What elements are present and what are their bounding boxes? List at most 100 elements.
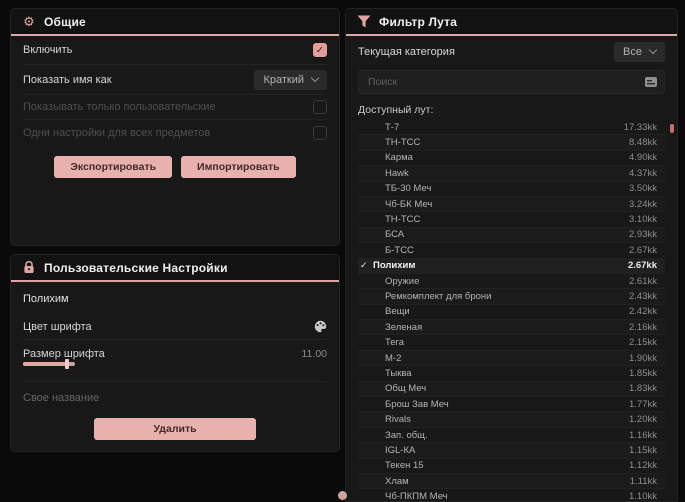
enable-row: Включить ✓ [23,36,327,65]
loot-item-row[interactable]: ✓Ремкомплект для брони2.43kk [358,289,665,305]
font-size-slider[interactable] [23,359,327,373]
loot-item-value: 1.77kk [629,398,657,410]
loot-item-row[interactable]: ✓ТБ-30 Меч3.50kk [358,182,665,197]
search-input[interactable] [368,76,644,88]
loot-item-value: 2.43kk [629,290,657,302]
general-panel-title: Общие [44,14,86,29]
loot-item-row[interactable]: ✓Зеленая2.16kk [358,320,665,336]
loot-item-row[interactable]: ✓ТН-ТСС8.48kk [358,135,665,151]
show-name-dropdown-value: Краткий [263,73,304,86]
loot-item-value: 3.10kk [629,214,657,226]
selected-check-icon: ✓ [360,260,368,271]
loot-filter-header: Фильтр Лута [346,9,677,36]
custom-name-input[interactable] [23,384,327,412]
slider-handle[interactable] [65,359,69,369]
loot-item-value: 1.83kk [629,383,657,395]
same-for-all-row: Одни настройки для всех предметов ✓ [23,120,327,145]
loot-item-value: 1.85kk [629,367,657,379]
loot-item-row[interactable]: ✓Текен 151.12kk [358,459,665,474]
loot-item-name: М-2 [385,352,402,364]
loot-item-name: ТН-ТСС [385,214,421,226]
loot-item-name: Текен 15 [385,460,424,472]
loot-list: ✓Т-717.33kk ✓ ТН-ТСС 8.48kk ✓Карма4.90kk✓Haw… [358,120,674,502]
category-dropdown-value: Все [623,45,642,58]
custom-settings-panel: Пользовательские Настройки Полихим Цвет … [10,254,340,452]
loot-item-name: Чб-ПКПМ Меч [385,491,448,502]
loot-item-value: 4.37kk [629,167,657,179]
loot-item-name: Ремкомплект для брони [385,290,492,302]
loot-item-value: 8.48kk [629,137,657,149]
loot-item-value: 1.16kk [629,429,657,441]
loot-item-name: Тега [385,337,405,349]
loot-item-row[interactable]: ✓IGL-КА1.15kk [358,443,665,459]
custom-settings-title: Пользовательские Настройки [44,260,228,275]
font-size-label: Размер шрифта [23,348,105,360]
chevron-down-icon [310,73,320,83]
show-name-dropdown[interactable]: Краткий [254,69,327,90]
loot-item-value: 3.50kk [629,183,657,195]
font-color-row: Цвет шрифта [23,314,327,340]
loot-filter-panel: Фильтр Лута Текущая категория Все Доступ… [345,8,678,502]
loot-item-row[interactable]: ✓Зап. общ.1.16kk [358,428,665,444]
show-name-label: Показать имя как [23,73,112,86]
loot-item-name: Тыква [385,367,412,379]
same-for-all-checkbox[interactable]: ✓ [313,125,327,140]
loot-item-row[interactable]: ✓Тега2.15kk [358,335,665,351]
loot-item-row[interactable]: ✓Чб-БК Меч3.24kk [358,196,665,213]
loot-item-value: 1.11kk [629,475,657,487]
loot-item-row[interactable]: ✓Hawk4.37kk [358,166,665,182]
only-custom-label: Показывать только пользовательские [23,101,216,113]
loot-item-row[interactable]: ✓Rivals1.20kk [358,412,665,428]
loot-item-name: IGL-КА [385,444,416,456]
loot-item-value: 2.42kk [629,306,657,318]
loot-item-name: ТН-ТСС [385,137,421,149]
loot-filter-title: Фильтр Лута [379,14,458,29]
loot-item-name: Т-7 [385,121,400,133]
font-size-row: Размер шрифта 11.00 [23,340,327,382]
loot-item-value: 1.10kk [629,491,657,502]
loot-item-row[interactable]: ✓Брош Зав Меч1.77kk [358,397,665,413]
loot-item-value: 2.15kk [629,337,657,349]
category-dropdown[interactable]: Все [614,41,665,62]
gear-icon: ⚙ [23,14,35,29]
delete-button[interactable]: Удалить [94,418,256,440]
custom-name-row [23,382,327,414]
loot-item-row[interactable]: ✓Хлам1.11kk [358,473,665,490]
font-size-value: 11.00 [301,348,328,360]
search-options-icon[interactable] [644,76,658,88]
loot-item-value: 1.12kk [629,460,657,472]
loot-item-row[interactable]: ✓Общ Меч1.83kk [358,381,665,398]
loot-item-row[interactable]: ✓Карма4.90kk [358,151,665,167]
loot-item-value: 2.61kk [629,275,657,287]
loot-item-name: Зап. общ. [385,429,428,441]
loot-item-row[interactable]: ✓Б-ТСС2.67kk [358,243,665,259]
import-button[interactable]: Импортировать [181,156,296,178]
loot-item-name: Карма [385,152,413,164]
chevron-down-icon [648,45,658,55]
only-custom-checkbox[interactable]: ✓ [313,100,327,114]
loot-item-name: Чб-БК Меч [385,198,433,210]
selected-item-name: Полихим [23,293,69,305]
enable-checkbox[interactable]: ✓ [313,43,327,57]
loot-item-row[interactable]: ✓Оружие2.61kk [358,274,665,290]
loot-item-row[interactable]: ✓М-21.90kk [358,350,665,367]
lock-icon [22,261,36,275]
loot-item-row[interactable]: ✓ Полихим 2.67kk [358,258,665,274]
loot-item-row[interactable]: ✓Вещи2.42kk [358,305,665,321]
palette-icon[interactable] [314,320,327,333]
loot-item-row[interactable]: ✓БСА2.93kk [358,227,665,244]
loot-item-row[interactable]: ✓Т-717.33kk [358,120,665,136]
cursor-dot [338,491,347,500]
loot-item-name: Rivals [385,414,411,426]
loot-item-value: 1.15kk [629,444,657,456]
custom-settings-header: Пользовательские Настройки [11,255,339,282]
loot-item-row[interactable]: ✓Тыква1.85kk [358,366,665,382]
scrollbar-thumb[interactable] [670,124,674,133]
loot-item-name: Полихим [373,260,416,272]
export-button[interactable]: Экспортировать [54,156,173,178]
loot-item-row[interactable]: ✓Чб-ПКПМ Меч1.10kk [358,489,665,502]
loot-item-name: Б-ТСС [385,244,414,256]
search-bar [358,70,665,94]
loot-item-row[interactable]: ✓ТН-ТСС3.10kk [358,212,665,228]
show-name-row: Показать имя как Краткий [23,65,327,95]
